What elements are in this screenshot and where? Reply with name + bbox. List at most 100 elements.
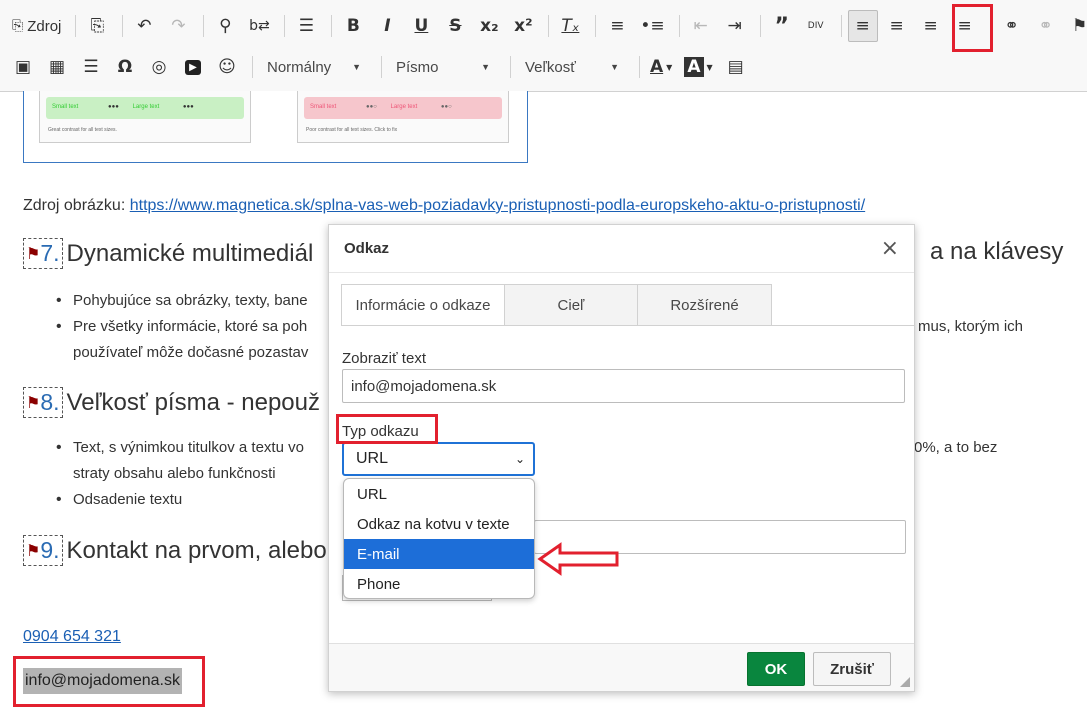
phone-link[interactable]: 0904 654 321 xyxy=(23,628,121,646)
heading-anchor[interactable]: ⚑ 9. xyxy=(23,535,63,566)
toolbar-row-1: ⎘ Zdroj ⎘ ↶ ↷ ⚲ b⇄ ☰ B I U S x₂ x² Tₓ ≡ … xyxy=(8,8,1087,44)
thumb-small-text: Small text xyxy=(310,104,337,110)
find-icon: ⚲ xyxy=(219,16,232,36)
tab-advanced[interactable]: Rozšírené xyxy=(637,284,772,326)
cancel-button[interactable]: Zrušiť xyxy=(813,652,891,686)
contrast-example-poor: Small text ●●○ Large text ●●○ Poor contr… xyxy=(297,91,509,143)
link-type-value: URL xyxy=(356,450,389,467)
bulleted-list-button[interactable]: •≡ xyxy=(636,10,668,42)
link-type-dropdown-list: URL Odkaz na kotvu v texte E-mail Phone xyxy=(343,478,535,599)
paste-icon: ⎘ xyxy=(90,16,105,36)
div-icon: DIV xyxy=(807,21,824,31)
bg-color-button[interactable]: A ▼ xyxy=(680,51,716,83)
numbered-list-button[interactable]: ≡ xyxy=(602,10,632,42)
format-label: Normálny xyxy=(267,58,332,76)
heading-anchor[interactable]: ⚑ 8. xyxy=(23,387,63,418)
div-button[interactable]: DIV xyxy=(801,10,831,42)
red-flag-icon: ⚑ xyxy=(26,542,41,560)
option-url[interactable]: URL xyxy=(344,479,534,509)
size-label: Veľkosť xyxy=(525,58,576,76)
outdent-icon: ⇤ xyxy=(693,16,708,36)
font-dropdown[interactable]: Písmo ▼ xyxy=(388,52,498,82)
underline-button[interactable]: U xyxy=(406,10,436,42)
heading-8: ⚑ 8. Veľkosť písma - nepouž xyxy=(23,387,320,418)
select-all-button[interactable]: ☰ xyxy=(291,10,321,42)
align-left-button[interactable]: ≡ xyxy=(847,10,878,42)
contrast-example-good: Small text ●●● Large text ●●● Great cont… xyxy=(39,91,251,143)
bold-button[interactable]: B xyxy=(338,10,368,42)
resize-handle-icon[interactable] xyxy=(900,677,910,687)
unlink-button[interactable]: ⚭ xyxy=(1031,10,1061,42)
toolbar-separator xyxy=(510,56,511,78)
special-char-button[interactable]: Ω xyxy=(110,51,140,83)
source-link[interactable]: https://www.magnetica.sk/splna-vas-web-p… xyxy=(130,197,865,214)
tab-target[interactable]: Cieľ xyxy=(504,284,638,326)
youtube-button[interactable]: ▶ xyxy=(178,51,208,83)
red-flag-icon: ⚑ xyxy=(26,245,41,263)
option-phone[interactable]: Phone xyxy=(344,569,534,598)
anchor-button[interactable]: ⚑ xyxy=(1065,10,1087,42)
toolbar-separator xyxy=(331,15,333,37)
text-color-icon: A xyxy=(650,57,664,77)
iframe-globe-icon: ◎ xyxy=(151,57,167,77)
list-item-tail: 0%, a to bez xyxy=(914,439,998,456)
link-button[interactable]: ⚭ xyxy=(997,10,1027,42)
option-email[interactable]: E-mail xyxy=(344,539,534,569)
chevron-down-icon: ▼ xyxy=(481,62,490,72)
link-type-select[interactable]: URL ⌄ xyxy=(342,442,535,476)
ok-button[interactable]: OK xyxy=(747,652,805,686)
list-item-continuation: používateľ môže dočasné pozastav xyxy=(73,344,309,361)
heading-anchor[interactable]: ⚑ 7. xyxy=(23,238,63,269)
size-dropdown[interactable]: Veľkosť ▼ xyxy=(517,52,627,82)
smiley-icon: ☺ xyxy=(218,57,236,77)
blockquote-button[interactable]: ” xyxy=(767,10,797,42)
contrast-bar-good: Small text ●●● Large text ●●● xyxy=(46,97,244,119)
option-anchor[interactable]: Odkaz na kotvu v texte xyxy=(344,509,534,539)
undo-button[interactable]: ↶ xyxy=(129,10,159,42)
dialog-header: Odkaz × xyxy=(329,225,914,273)
heading-text: Dynamické multimediál xyxy=(66,239,314,267)
toolbar-separator xyxy=(284,15,286,37)
dialog-tabs: Informácie o odkaze Cieľ Rozšírené xyxy=(341,284,772,326)
iframe-button[interactable]: ◎ xyxy=(144,51,174,83)
blockquote-icon: ” xyxy=(774,13,789,39)
paste-button[interactable]: ⎘ xyxy=(82,10,112,42)
horizontal-line-button[interactable]: ☰ xyxy=(76,51,106,83)
outdent-button[interactable]: ⇤ xyxy=(686,10,716,42)
superscript-button[interactable]: x² xyxy=(508,10,538,42)
bulleted-list-icon: •≡ xyxy=(640,16,665,36)
toolbar-separator xyxy=(639,56,640,78)
align-center-button[interactable]: ≡ xyxy=(882,10,912,42)
heading-9: ⚑ 9. Kontakt na prvom, alebo xyxy=(23,535,327,566)
show-blocks-button[interactable]: ▤ xyxy=(721,51,751,83)
toolbar-separator xyxy=(75,15,77,37)
subscript-button[interactable]: x₂ xyxy=(474,10,504,42)
chevron-down-icon: ▼ xyxy=(352,62,361,72)
chevron-down-icon: ▼ xyxy=(610,62,619,72)
redo-button[interactable]: ↷ xyxy=(163,10,193,42)
insert-image-button[interactable]: ▣ xyxy=(8,51,38,83)
strikethrough-button[interactable]: S xyxy=(440,10,470,42)
close-icon[interactable]: × xyxy=(881,236,899,261)
list-item: Odsadenie textu xyxy=(56,487,182,513)
align-right-button[interactable]: ≡ xyxy=(916,10,946,42)
tab-divider xyxy=(341,325,914,326)
thumb-small-text: Small text xyxy=(52,104,79,110)
indent-button[interactable]: ⇥ xyxy=(720,10,750,42)
select-all-icon: ☰ xyxy=(298,16,315,36)
display-text-field[interactable] xyxy=(342,369,905,403)
replace-button[interactable]: b⇄ xyxy=(244,10,274,42)
text-color-button[interactable]: A ▼ xyxy=(646,51,676,83)
smiley-button[interactable]: ☺ xyxy=(212,51,242,83)
source-button[interactable]: ⎘ Zdroj xyxy=(8,10,65,42)
toolbar-separator xyxy=(381,56,382,78)
italic-button[interactable]: I xyxy=(372,10,402,42)
format-dropdown[interactable]: Normálny ▼ xyxy=(259,52,369,82)
heading-7: ⚑ 7. Dynamické multimediál xyxy=(23,238,313,269)
find-button[interactable]: ⚲ xyxy=(210,10,240,42)
remove-format-button[interactable]: Tₓ xyxy=(555,10,585,42)
content-image: Small text ●●● Large text ●●● Great cont… xyxy=(23,91,528,163)
insert-table-button[interactable]: ▦ xyxy=(42,51,72,83)
chevron-down-icon: ▼ xyxy=(706,62,713,72)
tab-link-info[interactable]: Informácie o odkaze xyxy=(341,284,505,326)
